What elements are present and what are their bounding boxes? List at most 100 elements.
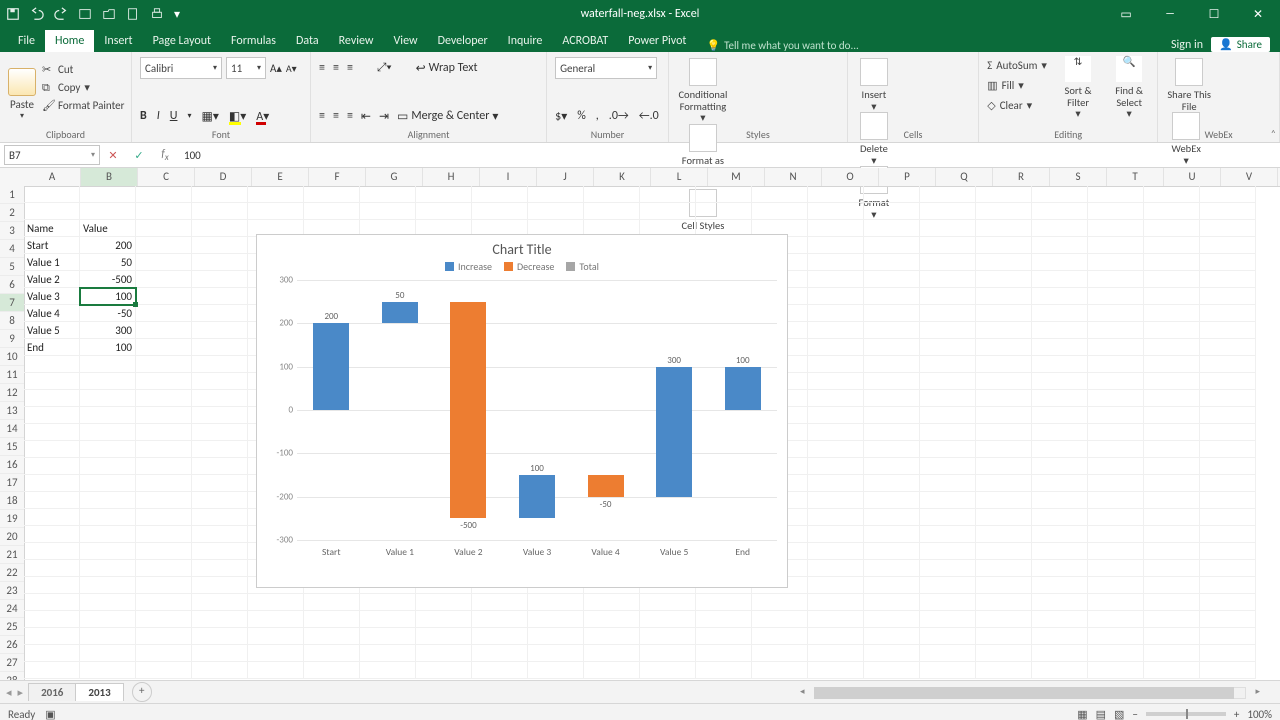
- cell[interactable]: [920, 288, 976, 305]
- clear-button[interactable]: ◇Clear ▾: [987, 96, 1047, 114]
- italic-button[interactable]: I: [157, 109, 160, 123]
- cell[interactable]: [1200, 560, 1256, 577]
- cell[interactable]: [864, 509, 920, 526]
- row-header[interactable]: 6: [0, 276, 24, 294]
- cell[interactable]: [1032, 424, 1088, 441]
- chart-bar[interactable]: [313, 323, 349, 410]
- cell[interactable]: [192, 560, 248, 577]
- cell[interactable]: [80, 356, 136, 373]
- cell[interactable]: [1032, 662, 1088, 679]
- col-header[interactable]: A: [24, 168, 81, 186]
- cell[interactable]: [1088, 509, 1144, 526]
- cell[interactable]: [136, 186, 192, 203]
- chart-bar[interactable]: [450, 302, 486, 519]
- cell[interactable]: [864, 390, 920, 407]
- col-header[interactable]: U: [1164, 168, 1221, 186]
- conditional-formatting-button[interactable]: Conditional Formatting▾: [677, 58, 729, 124]
- cell[interactable]: [192, 475, 248, 492]
- cell[interactable]: [1088, 322, 1144, 339]
- cell[interactable]: [248, 645, 304, 662]
- cell[interactable]: [1200, 339, 1256, 356]
- cell[interactable]: [1088, 424, 1144, 441]
- row-header[interactable]: 11: [0, 366, 24, 384]
- row-header[interactable]: 4: [0, 240, 24, 258]
- cell[interactable]: [1088, 492, 1144, 509]
- find-select-button[interactable]: 🔍Find & Select▾: [1109, 56, 1149, 120]
- cell[interactable]: [976, 407, 1032, 424]
- align-top-icon[interactable]: ≡: [319, 61, 325, 75]
- cell[interactable]: [80, 526, 136, 543]
- cell[interactable]: [920, 509, 976, 526]
- cell[interactable]: [1200, 356, 1256, 373]
- cell[interactable]: [976, 237, 1032, 254]
- cell[interactable]: [976, 492, 1032, 509]
- cell[interactable]: [808, 288, 864, 305]
- cell[interactable]: [696, 645, 752, 662]
- cell[interactable]: [472, 645, 528, 662]
- cell[interactable]: [24, 186, 80, 203]
- cell[interactable]: [808, 305, 864, 322]
- cell[interactable]: [1032, 288, 1088, 305]
- cell[interactable]: [24, 203, 80, 220]
- cell[interactable]: [864, 373, 920, 390]
- cell[interactable]: [1032, 543, 1088, 560]
- cell[interactable]: [864, 356, 920, 373]
- tab-developer[interactable]: Developer: [428, 30, 498, 52]
- cell[interactable]: [640, 594, 696, 611]
- cell[interactable]: [1200, 594, 1256, 611]
- cell[interactable]: [80, 662, 136, 679]
- cell[interactable]: [24, 424, 80, 441]
- cell[interactable]: Name: [24, 220, 80, 237]
- cell[interactable]: [1032, 441, 1088, 458]
- cell[interactable]: [752, 203, 808, 220]
- cell[interactable]: [24, 356, 80, 373]
- cell[interactable]: [976, 662, 1032, 679]
- cell[interactable]: [472, 611, 528, 628]
- tab-power-pivot[interactable]: Power Pivot: [618, 30, 696, 52]
- new-icon[interactable]: [126, 7, 140, 21]
- cell[interactable]: [976, 594, 1032, 611]
- cell[interactable]: [752, 611, 808, 628]
- chart-bar[interactable]: [588, 475, 624, 497]
- cell[interactable]: [80, 424, 136, 441]
- cell[interactable]: [1032, 560, 1088, 577]
- cancel-formula-icon[interactable]: ✕: [100, 149, 126, 162]
- cell[interactable]: [1144, 594, 1200, 611]
- cell[interactable]: [80, 390, 136, 407]
- cell[interactable]: [1200, 577, 1256, 594]
- add-sheet-button[interactable]: +: [132, 682, 152, 702]
- cell[interactable]: [472, 594, 528, 611]
- cell[interactable]: [808, 271, 864, 288]
- row-header[interactable]: 20: [0, 528, 24, 546]
- legend-item[interactable]: Decrease: [504, 260, 554, 273]
- chart-object[interactable]: Chart Title IncreaseDecreaseTotal -300-2…: [256, 234, 788, 588]
- cell[interactable]: [1200, 526, 1256, 543]
- zoom-slider[interactable]: [1146, 712, 1226, 716]
- row-header[interactable]: 7: [0, 294, 24, 312]
- cell[interactable]: [360, 203, 416, 220]
- row-header[interactable]: 16: [0, 456, 24, 474]
- font-size-combo[interactable]: 11▾: [226, 57, 266, 79]
- cell[interactable]: [1032, 322, 1088, 339]
- cell[interactable]: [136, 458, 192, 475]
- cell[interactable]: [808, 526, 864, 543]
- chart-bar[interactable]: [382, 302, 418, 324]
- cell[interactable]: [1088, 373, 1144, 390]
- legend-item[interactable]: Total: [566, 260, 599, 273]
- cell[interactable]: [24, 662, 80, 679]
- cell[interactable]: [1144, 390, 1200, 407]
- cell[interactable]: [136, 322, 192, 339]
- cell[interactable]: End: [24, 339, 80, 356]
- cell[interactable]: Value 4: [24, 305, 80, 322]
- cell[interactable]: [1088, 305, 1144, 322]
- cell[interactable]: [192, 458, 248, 475]
- cell[interactable]: [80, 407, 136, 424]
- row-header[interactable]: 17: [0, 474, 24, 492]
- cell[interactable]: [416, 203, 472, 220]
- cell[interactable]: [1144, 526, 1200, 543]
- col-header[interactable]: I: [480, 168, 537, 186]
- cell[interactable]: [864, 526, 920, 543]
- cell[interactable]: [808, 441, 864, 458]
- touch-icon[interactable]: [78, 7, 92, 21]
- cell[interactable]: [976, 424, 1032, 441]
